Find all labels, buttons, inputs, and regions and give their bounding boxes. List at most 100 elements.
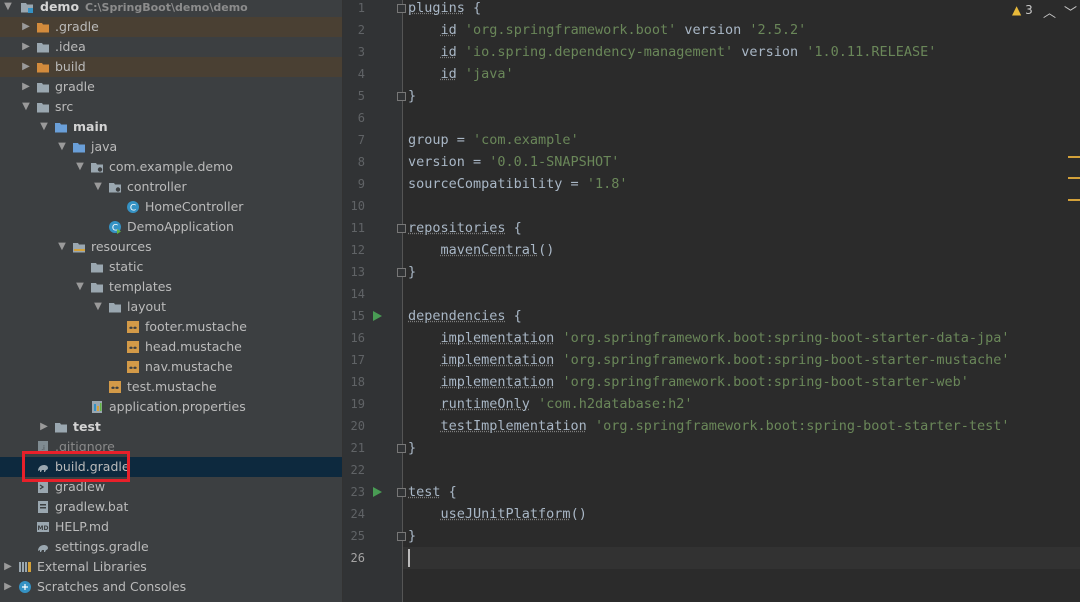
tree-item-homecontroller[interactable]: C HomeController bbox=[0, 197, 342, 217]
line-number[interactable]: 23 bbox=[343, 481, 365, 503]
tree-item-test-mustache[interactable]: test.mustache bbox=[0, 377, 342, 397]
code-line[interactable]: id 'io.spring.dependency-management' ver… bbox=[408, 41, 937, 63]
tree-item-templates[interactable]: ▼ templates bbox=[0, 277, 342, 297]
tree-item-static[interactable]: static bbox=[0, 257, 342, 277]
line-number[interactable]: 18 bbox=[343, 371, 365, 393]
line-number[interactable]: 9 bbox=[343, 173, 365, 195]
tree-item-application-properties[interactable]: application.properties bbox=[0, 397, 342, 417]
code-editor[interactable]: 1 plugins {2 id 'org.springframework.boot… bbox=[343, 0, 1080, 602]
chevron-down-icon[interactable]: ▼ bbox=[92, 297, 104, 317]
line-number[interactable]: 25 bbox=[343, 525, 365, 547]
tree-item-gradle[interactable]: ▶ gradle bbox=[0, 77, 342, 97]
tree-item-test[interactable]: ▶ test bbox=[0, 417, 342, 437]
line-number[interactable]: 16 bbox=[343, 327, 365, 349]
code-line[interactable]: sourceCompatibility = '1.8' bbox=[408, 173, 627, 195]
fold-marker-icon[interactable] bbox=[397, 268, 406, 277]
chevron-down-icon[interactable]: ▼ bbox=[56, 237, 68, 257]
tree-item-gradle[interactable]: ▶ .gradle bbox=[0, 17, 342, 37]
code-line[interactable]: testImplementation 'org.springframework.… bbox=[408, 415, 1010, 437]
fold-marker-icon[interactable] bbox=[397, 532, 406, 541]
chevron-right-icon[interactable]: ▶ bbox=[38, 417, 50, 437]
tree-item-external-libraries[interactable]: ▶ External Libraries bbox=[0, 557, 342, 577]
tree-item-nav-mustache[interactable]: nav.mustache bbox=[0, 357, 342, 377]
code-line[interactable]: version = '0.0.1-SNAPSHOT' bbox=[408, 151, 619, 173]
tree-item-src[interactable]: ▼ src bbox=[0, 97, 342, 117]
error-stripe-mark[interactable] bbox=[1068, 156, 1080, 158]
tree-item-head-mustache[interactable]: head.mustache bbox=[0, 337, 342, 357]
chevron-down-icon[interactable]: ▼ bbox=[92, 177, 104, 197]
chevron-up-icon[interactable]: ︿ bbox=[1043, 6, 1064, 21]
tree-item-settings-gradle[interactable]: settings.gradle bbox=[0, 537, 342, 557]
fold-marker-icon[interactable] bbox=[397, 92, 406, 101]
chevron-right-icon[interactable]: ▶ bbox=[20, 37, 32, 57]
tree-item-main[interactable]: ▼ main bbox=[0, 117, 342, 137]
tree-item-controller[interactable]: ▼ controller bbox=[0, 177, 342, 197]
run-gutter-icon[interactable] bbox=[373, 311, 382, 321]
code-line[interactable]: } bbox=[408, 85, 416, 107]
tree-item-gradlew-bat[interactable]: gradlew.bat bbox=[0, 497, 342, 517]
line-number[interactable]: 26 bbox=[343, 547, 365, 569]
code-line[interactable]: } bbox=[408, 437, 416, 459]
line-number[interactable]: 7 bbox=[343, 129, 365, 151]
fold-marker-icon[interactable] bbox=[397, 488, 406, 497]
fold-marker-icon[interactable] bbox=[397, 4, 406, 13]
tree-item-build[interactable]: ▶ build bbox=[0, 57, 342, 77]
line-number[interactable]: 24 bbox=[343, 503, 365, 525]
chevron-down-icon[interactable]: ▼ bbox=[74, 157, 86, 177]
tree-item-idea[interactable]: ▶ .idea bbox=[0, 37, 342, 57]
code-line[interactable]: } bbox=[408, 261, 416, 283]
tree-item-java[interactable]: ▼ java bbox=[0, 137, 342, 157]
line-number[interactable]: 8 bbox=[343, 151, 365, 173]
line-number[interactable]: 2 bbox=[343, 19, 365, 41]
tree-item-scratches-and-consoles[interactable]: ▶ Scratches and Consoles bbox=[0, 577, 342, 597]
chevron-right-icon[interactable]: ▶ bbox=[20, 17, 32, 37]
fold-marker-icon[interactable] bbox=[397, 224, 406, 233]
code-line[interactable]: implementation 'org.springframework.boot… bbox=[408, 327, 1010, 349]
code-line[interactable]: useJUnitPlatform() bbox=[408, 503, 587, 525]
chevron-down-icon[interactable]: ▼ bbox=[20, 97, 32, 117]
code-line[interactable]: implementation 'org.springframework.boot… bbox=[408, 349, 1010, 371]
code-line[interactable]: test { bbox=[408, 481, 457, 503]
code-line[interactable]: id 'org.springframework.boot' version '2… bbox=[408, 19, 807, 41]
chevron-down-icon[interactable]: ▼ bbox=[38, 117, 50, 137]
tree-root-demo[interactable]: ▼ demo C:\SpringBoot\demo\demo bbox=[0, 0, 342, 17]
code-line[interactable]: dependencies { bbox=[408, 305, 522, 327]
line-number[interactable]: 15 bbox=[343, 305, 365, 327]
inspection-warnings[interactable]: ▲ 3 bbox=[1012, 3, 1033, 17]
line-number[interactable]: 20 bbox=[343, 415, 365, 437]
line-number[interactable]: 5 bbox=[343, 85, 365, 107]
line-number[interactable]: 3 bbox=[343, 41, 365, 63]
tree-item-demoapplication[interactable]: C DemoApplication bbox=[0, 217, 342, 237]
chevron-down-icon[interactable]: ▼ bbox=[74, 277, 86, 297]
inspection-nav[interactable]: ︿﹀ bbox=[1043, 2, 1080, 21]
chevron-down-icon[interactable]: ▼ bbox=[56, 137, 68, 157]
line-number[interactable]: 12 bbox=[343, 239, 365, 261]
run-gutter-icon[interactable] bbox=[373, 487, 382, 497]
chevron-right-icon[interactable]: ▶ bbox=[2, 577, 14, 597]
tree-item-resources[interactable]: ▼ resources bbox=[0, 237, 342, 257]
line-number[interactable]: 14 bbox=[343, 283, 365, 305]
code-line[interactable]: plugins { bbox=[408, 0, 481, 19]
code-line[interactable]: repositories { bbox=[408, 217, 522, 239]
line-number[interactable]: 10 bbox=[343, 195, 365, 217]
error-stripe-mark[interactable] bbox=[1068, 199, 1080, 201]
line-number[interactable]: 19 bbox=[343, 393, 365, 415]
code-line[interactable]: } bbox=[408, 525, 416, 547]
code-line[interactable]: id 'java' bbox=[408, 63, 514, 85]
error-stripe-mark[interactable] bbox=[1068, 177, 1080, 179]
chevron-right-icon[interactable]: ▶ bbox=[20, 77, 32, 97]
code-line[interactable]: runtimeOnly 'com.h2database:h2' bbox=[408, 393, 693, 415]
line-number[interactable]: 22 bbox=[343, 459, 365, 481]
line-number[interactable]: 17 bbox=[343, 349, 365, 371]
chevron-down-icon[interactable]: ﹀ bbox=[1064, 6, 1080, 21]
tree-item-footer-mustache[interactable]: footer.mustache bbox=[0, 317, 342, 337]
line-number[interactable]: 11 bbox=[343, 217, 365, 239]
line-number[interactable]: 6 bbox=[343, 107, 365, 129]
line-number[interactable]: 21 bbox=[343, 437, 365, 459]
chevron-right-icon[interactable]: ▶ bbox=[2, 557, 14, 577]
fold-marker-icon[interactable] bbox=[397, 444, 406, 453]
tree-item-help-md[interactable]: MD HELP.md bbox=[0, 517, 342, 537]
tree-item-layout[interactable]: ▼ layout bbox=[0, 297, 342, 317]
line-number[interactable]: 13 bbox=[343, 261, 365, 283]
code-line[interactable]: mavenCentral() bbox=[408, 239, 555, 261]
